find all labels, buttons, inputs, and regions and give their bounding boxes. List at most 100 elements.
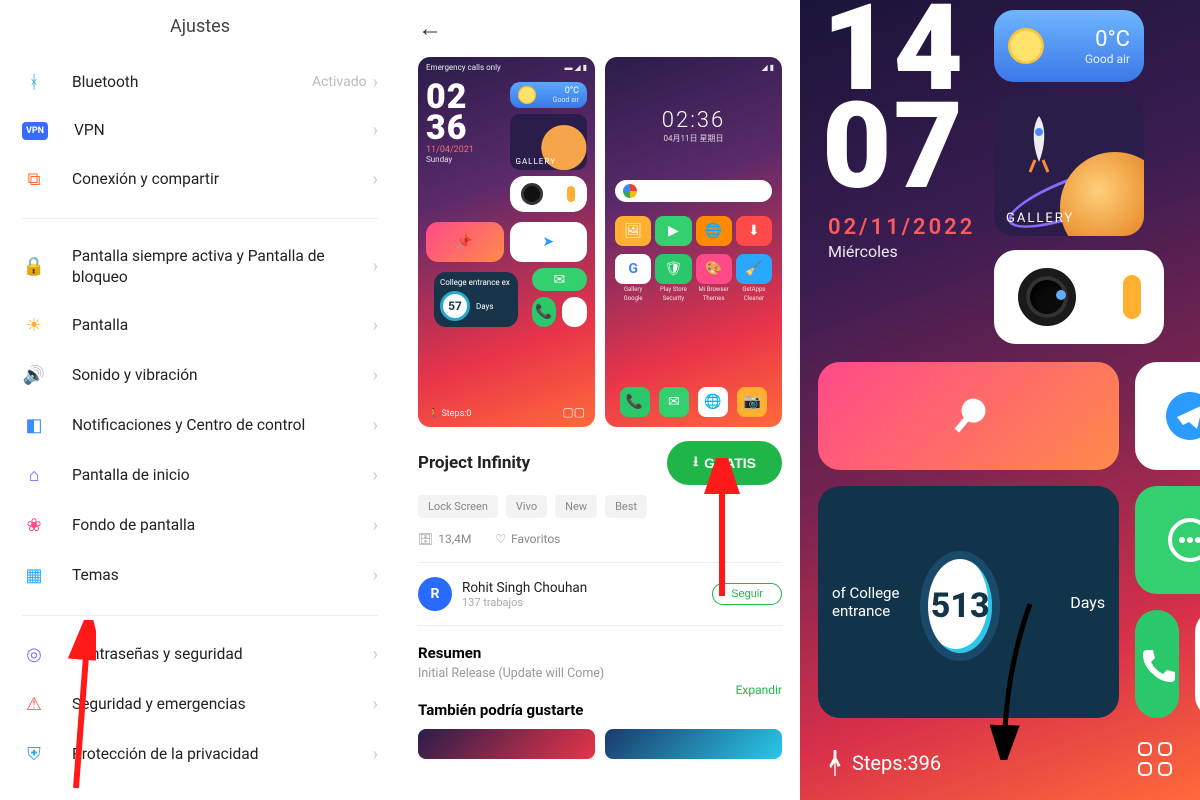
settings-item-finger[interactable]: ◎ Contraseñas y seguridad› [0, 630, 400, 680]
settings-item-sun[interactable]: ☀Pantalla› [0, 301, 400, 351]
settings-item-home[interactable]: ⌂Pantalla de inicio› [0, 451, 400, 501]
clock-widget: 0236 [426, 82, 504, 143]
chevron-right-icon: › [373, 515, 378, 536]
summary-body: Initial Release (Update will Come) [400, 664, 800, 683]
settings-item-alert[interactable]: ⚠Seguridad y emergencias› [0, 680, 400, 730]
weather-label: Good air [553, 96, 579, 104]
theme-tag[interactable]: Best [605, 495, 647, 518]
weather-widget: 0°C Good air [510, 82, 588, 108]
settings-item-label: Fondo de pantalla [72, 515, 373, 536]
theme-name: Project Infinity [418, 453, 530, 473]
free-label: GRATIS [704, 455, 756, 471]
settings-item-label: VPN [74, 120, 373, 141]
steps-counter[interactable]: Steps:396 [828, 750, 941, 776]
message-tile: ✉ [532, 268, 587, 291]
gallery-label: GALLERY [1006, 211, 1074, 226]
dock: 📞 ✉ 🌐 📷 [615, 387, 772, 417]
settings-item-label: Conexión y compartir [72, 169, 373, 190]
author-row[interactable]: R Rohit Singh Chouhan 137 trabajos Segui… [400, 569, 800, 619]
camera-widget[interactable] [994, 250, 1164, 344]
settings-item-share[interactable]: ⧉Conexión y compartir› [0, 154, 400, 204]
weather-temp: 0°C [553, 86, 579, 96]
files-tile[interactable] [1195, 610, 1200, 718]
status-icons: ◢ ▮ [761, 63, 774, 72]
day-text: Sunday [426, 155, 504, 164]
chevron-right-icon: › [373, 315, 378, 336]
settings-panel: Ajustes ᚼBluetoothActivado›VPNVPN› ⧉ Conex… [0, 0, 400, 800]
phone-tile[interactable] [1135, 610, 1179, 718]
app-label: Mi Browser [696, 286, 732, 293]
theme-tag[interactable]: Lock Screen [418, 495, 498, 518]
chevron-right-icon: › [373, 72, 378, 93]
back-button[interactable]: ← [400, 0, 800, 57]
share-icon: ⧉ [22, 167, 46, 191]
shield-icon: ⛨ [22, 743, 46, 767]
app-label: Play Store [655, 286, 691, 293]
favorites-button[interactable]: ♡Favoritos [495, 532, 560, 546]
lock-icon: 🔒 [22, 255, 46, 279]
chevron-right-icon: › [373, 120, 378, 141]
weather-widget[interactable]: 0°C Good air [994, 10, 1144, 82]
files-icon [1195, 639, 1200, 689]
summary-heading: Resumen [400, 632, 800, 664]
alert-icon: ⚠ [22, 693, 46, 717]
app-icon: 🧹 [736, 254, 772, 284]
settings-item-sound[interactable]: 🔊Sonido y vibración› [0, 351, 400, 401]
pin-tile[interactable] [818, 362, 1119, 470]
expand-button[interactable]: Expandir [736, 683, 800, 697]
settings-title: Ajustes [0, 0, 400, 57]
app-label: Security [655, 295, 691, 302]
chevron-right-icon: › [373, 565, 378, 586]
divider [22, 615, 378, 616]
tag-row: Lock Screen Vivo New Best [400, 493, 800, 528]
theme-screenshot-2[interactable]: ◢ ▮ 02:36 04月11日 星期日 🖼▶🌐⬇G🛡🎨🧹GalleryPlay… [605, 57, 782, 427]
status-text: Emergency calls only [426, 63, 501, 72]
settings-item-notif[interactable]: ◧Notificaciones y Centro de control› [0, 401, 400, 451]
shutter-icon [1123, 275, 1141, 319]
related-theme[interactable] [605, 729, 782, 759]
theme-icon: ▦ [22, 564, 46, 588]
weather-label: Good air [1085, 52, 1130, 66]
day-text: Miércoles [800, 242, 975, 261]
walker-icon [828, 750, 842, 776]
app-label: Themes [696, 295, 732, 302]
weather-temp: 0°C [1085, 27, 1130, 52]
app-label: GetApps [736, 286, 772, 293]
theme-screenshot-1[interactable]: Emergency calls only▬ ◢ ▮ 0236 11/04/202… [418, 57, 595, 427]
date-text: 04月11日 星期日 [605, 133, 782, 144]
steps-text: 🚶 Steps:0 [428, 409, 471, 419]
chevron-right-icon: › [373, 256, 378, 277]
theme-size: 🗄13,4M [418, 532, 471, 546]
settings-item-lock[interactable]: 🔒Pantalla siempre activa y Pantalla de b… [0, 233, 400, 301]
settings-item-label: Contraseñas y seguridad [72, 644, 373, 665]
settings-item-wall[interactable]: ❀ Fondo de pantalla› [0, 501, 400, 551]
settings-item-vpn[interactable]: VPNVPN› [0, 107, 400, 154]
settings-item-theme[interactable]: ▦ Temas› [0, 551, 400, 601]
app-icon: 🛡 [655, 254, 691, 284]
download-icon: ⭳ [693, 451, 698, 475]
app-drawer-button[interactable] [1138, 742, 1172, 776]
settings-item-label: Temas [72, 565, 373, 586]
settings-item-shield[interactable]: ⛨Protección de la privacidad› [0, 730, 400, 780]
app-label: Google [615, 295, 651, 302]
settings-item-bluetooth[interactable]: ᚼBluetoothActivado› [0, 57, 400, 107]
finger-icon: ◎ [22, 643, 46, 667]
related-theme[interactable] [418, 729, 595, 759]
download-free-button[interactable]: ⭳ GRATIS [667, 441, 782, 485]
telegram-tile[interactable] [1135, 362, 1200, 470]
settings-item-label: Sonido y vibración [72, 365, 373, 386]
theme-tag[interactable]: New [555, 495, 597, 518]
theme-tag[interactable]: Vivo [506, 495, 547, 518]
wall-icon: ❀ [22, 514, 46, 538]
author-name: Rohit Singh Chouhan [462, 580, 587, 596]
phone-tile: 📞 [532, 297, 557, 327]
telegram-icon [1163, 389, 1200, 443]
messages-tile[interactable] [1135, 486, 1200, 594]
chevron-right-icon: › [373, 644, 378, 665]
countdown-widget[interactable]: of College entrance 513 Days [818, 486, 1119, 718]
camera-widget [510, 176, 588, 212]
follow-button[interactable]: Seguir [712, 583, 782, 605]
settings-item-label: Pantalla [72, 315, 373, 336]
gallery-widget[interactable]: GALLERY [994, 96, 1144, 236]
countdown-title: of College entrance [832, 584, 920, 620]
